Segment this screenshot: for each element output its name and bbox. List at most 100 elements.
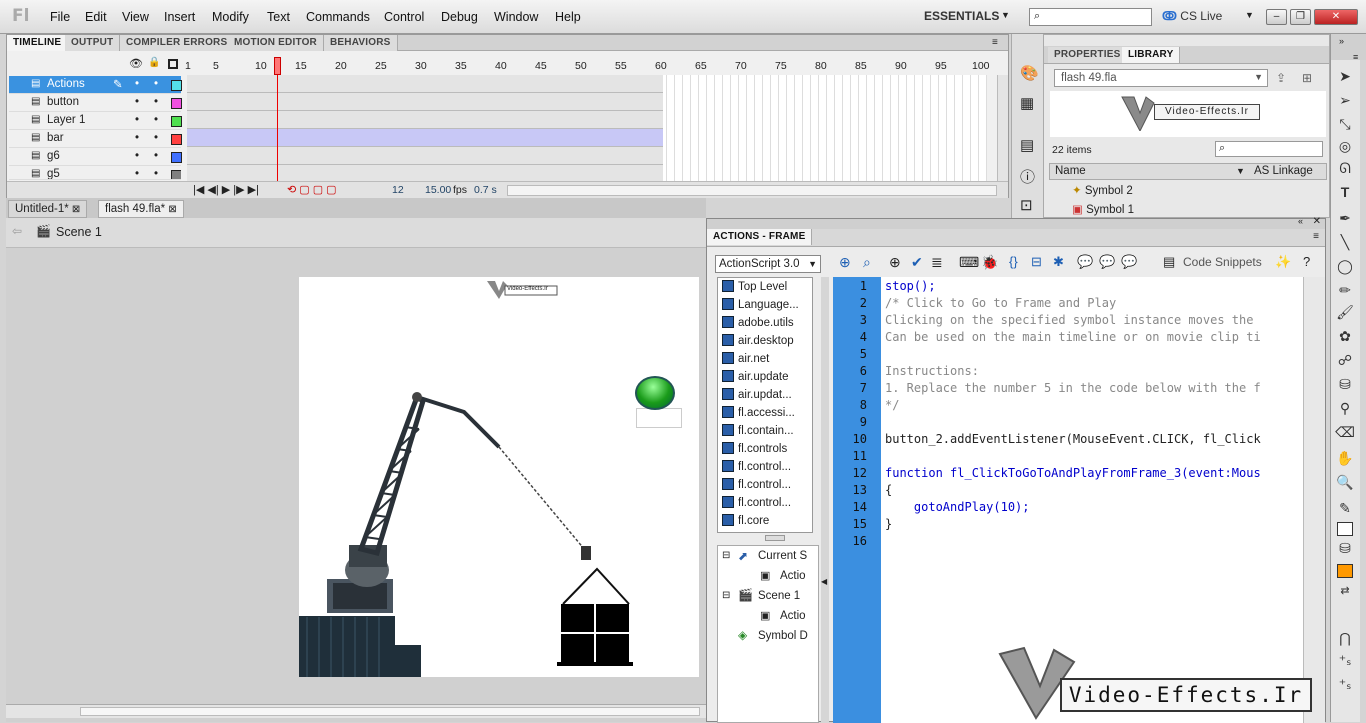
eye-icon[interactable]: 👁 <box>129 57 143 70</box>
tab-library[interactable]: LIBRARY <box>1122 47 1181 63</box>
pen-tool-icon[interactable]: ✒ <box>1334 210 1356 230</box>
stroke-swatch[interactable] <box>1337 522 1353 536</box>
tab-timeline[interactable]: TIMELINE <box>7 35 69 51</box>
swatches-panel-icon[interactable]: ▦ <box>1020 94 1034 112</box>
layer-bar[interactable]: ▤ bar • • <box>9 130 182 148</box>
layer-actions[interactable]: ▤ Actions ✎ • • <box>9 76 182 94</box>
toolbox-item[interactable]: fl.controls <box>722 442 812 455</box>
toolbox-item[interactable]: fl.control... <box>722 460 812 473</box>
close-icon[interactable]: ⊠ <box>72 204 80 215</box>
close-icon[interactable]: ⊠ <box>168 204 176 215</box>
workspace-switcher[interactable]: ESSENTIALS <box>924 9 999 23</box>
tree-collapse-icon[interactable]: ⊟ <box>722 590 730 601</box>
add-statement-icon[interactable]: ⊕ <box>839 254 851 271</box>
layer-layer-1[interactable]: ▤ Layer 1 • • <box>9 112 182 130</box>
frame-row[interactable] <box>187 93 663 111</box>
frame-grid[interactable] <box>187 75 987 183</box>
splitter-handle[interactable] <box>765 535 785 541</box>
col-as-linkage[interactable]: AS Linkage <box>1254 165 1313 177</box>
menu-edit[interactable]: Edit <box>85 10 107 24</box>
toolbox-item[interactable]: fl.contain... <box>722 424 812 437</box>
sort-icon[interactable]: ▼ <box>1236 166 1245 176</box>
toolbox-item[interactable]: air.net <box>722 352 812 365</box>
library-item[interactable]: ▣ Symbol 1 <box>1072 202 1134 216</box>
close-icon[interactable]: ✕ <box>1313 216 1321 227</box>
toolbox-item[interactable]: fl.control... <box>722 496 812 509</box>
collapse-selection-icon[interactable]: ⊟ <box>1031 254 1042 270</box>
target-icon[interactable]: ⊕ <box>889 254 901 271</box>
code-snippets-icon[interactable]: ▤ <box>1163 254 1175 270</box>
tab-compiler-errors[interactable]: COMPILER ERRORS <box>120 35 235 51</box>
find-icon[interactable]: ⌕ <box>863 254 871 271</box>
lock-icon[interactable]: 🔒 <box>148 57 160 68</box>
toolbox-item[interactable]: Top Level <box>722 280 812 293</box>
help-icon[interactable]: ? <box>1303 254 1310 269</box>
stage-horizontal-scrollbar[interactable] <box>6 704 706 718</box>
doc-tab-flash49[interactable]: flash 49.fla* ⊠ <box>98 200 184 218</box>
minimize-button[interactable]: – <box>1266 9 1287 25</box>
menu-commands[interactable]: Commands <box>306 10 370 24</box>
fill-color-icon[interactable]: ⛁ <box>1334 540 1356 560</box>
chevron-down-icon[interactable]: ▼ <box>1245 10 1254 20</box>
tree-item[interactable]: Symbol D <box>758 630 808 642</box>
tab-output[interactable]: OUTPUT <box>65 35 121 51</box>
menu-text[interactable]: Text <box>267 10 290 24</box>
menu-view[interactable]: View <box>122 10 149 24</box>
deco-tool-icon[interactable]: ✿ <box>1334 328 1356 348</box>
restore-button[interactable]: ❐ <box>1290 9 1311 25</box>
frame-row-tween[interactable] <box>187 129 663 147</box>
toolbox-item[interactable]: air.updat... <box>722 388 812 401</box>
playback-controls[interactable]: |◀ ◀| ▶ |▶ ▶| <box>193 183 259 196</box>
lasso-tool-icon[interactable]: ᘏ <box>1334 160 1356 180</box>
horizontal-scrollbar[interactable] <box>507 185 997 196</box>
doc-tab-untitled[interactable]: Untitled-1* ⊠ <box>8 200 88 218</box>
check-syntax-icon[interactable]: ✔ <box>911 254 923 271</box>
tab-behaviors[interactable]: BEHAVIORS <box>324 35 398 51</box>
paint-bucket-tool-icon[interactable]: ⛁ <box>1334 376 1356 396</box>
toolbox-item[interactable]: Language... <box>722 298 812 311</box>
language-select[interactable]: ActionScript 3.0 ▼ <box>715 255 821 273</box>
toolbox-item[interactable]: air.update <box>722 370 812 383</box>
frame-row[interactable] <box>187 75 663 93</box>
current-frame[interactable]: 12 <box>392 184 404 196</box>
eraser-tool-icon[interactable]: ⌫ <box>1334 424 1356 444</box>
pencil-tool-icon[interactable]: ✏ <box>1334 282 1356 302</box>
oval-tool-icon[interactable]: ◯ <box>1334 258 1356 278</box>
menu-insert[interactable]: Insert <box>164 10 195 24</box>
frame-row[interactable] <box>187 111 663 129</box>
tree-item[interactable]: Scene 1 <box>758 590 800 602</box>
tab-motion-editor[interactable]: MOTION EDITOR <box>228 35 324 51</box>
subselection-tool-icon[interactable]: ➢ <box>1334 92 1356 112</box>
library-file-select[interactable]: flash 49.fla ▼ <box>1054 69 1268 87</box>
eyedropper-tool-icon[interactable]: ⚲ <box>1334 400 1356 420</box>
col-name[interactable]: Name <box>1055 165 1086 177</box>
text-tool-icon[interactable]: T <box>1334 184 1356 204</box>
menu-file[interactable]: File <box>50 10 70 24</box>
back-arrow-icon[interactable]: ⇦ <box>12 224 22 238</box>
fill-swatch[interactable] <box>1337 564 1353 578</box>
magic-wand-icon[interactable]: ✨ <box>1275 254 1291 270</box>
chevron-down-icon[interactable]: ▼ <box>1001 10 1010 20</box>
layer-button[interactable]: ▤ button • • <box>9 94 182 112</box>
panel-splitter[interactable]: ◀ <box>821 277 829 723</box>
collapse-braces-icon[interactable]: {} <box>1009 254 1018 269</box>
zoom-tool-icon[interactable]: 🔍 <box>1334 474 1356 494</box>
menu-control[interactable]: Control <box>384 10 424 24</box>
remove-comment-icon[interactable]: 💬 <box>1121 254 1137 270</box>
expand-all-icon[interactable]: ✱ <box>1053 254 1064 270</box>
search-input[interactable]: ⌕ <box>1029 8 1152 26</box>
menu-window[interactable]: Window <box>494 10 538 24</box>
free-transform-tool-icon[interactable]: ⤡ <box>1334 116 1356 136</box>
menu-help[interactable]: Help <box>555 10 581 24</box>
align-panel-icon[interactable]: ▤ <box>1020 136 1034 154</box>
vertical-scrollbar[interactable] <box>997 75 1008 183</box>
menu-modify[interactable]: Modify <box>212 10 249 24</box>
tree-item[interactable]: Actio <box>780 570 806 582</box>
hand-tool-icon[interactable]: ✋ <box>1334 450 1356 470</box>
bone-tool-icon[interactable]: ☍ <box>1334 352 1356 372</box>
frame-rate[interactable]: 15.00 <box>425 184 451 196</box>
layer-g5[interactable]: ▤ g5 • • <box>9 166 181 180</box>
outline-icon[interactable] <box>168 59 178 69</box>
3d-rotation-tool-icon[interactable]: ◎ <box>1334 138 1356 158</box>
layer-g6[interactable]: ▤ g6 • • <box>9 148 182 166</box>
